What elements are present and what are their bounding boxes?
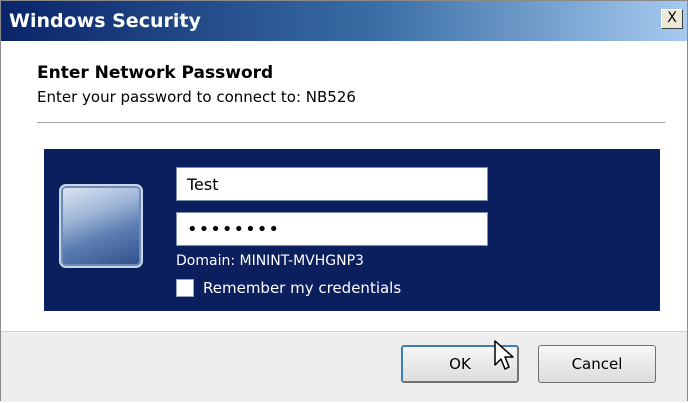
remember-checkbox[interactable] xyxy=(176,279,194,297)
user-tile-icon xyxy=(59,184,143,268)
windows-security-dialog: Windows Security X Enter Network Passwor… xyxy=(0,0,688,402)
remember-label: Remember my credentials xyxy=(203,279,402,297)
cancel-button[interactable]: Cancel xyxy=(538,345,656,383)
close-icon: X xyxy=(667,10,677,26)
dialog-subheading: Enter your password to connect to: NB526 xyxy=(37,88,356,106)
header-divider xyxy=(37,122,665,123)
password-field[interactable] xyxy=(176,212,488,246)
close-button[interactable]: X xyxy=(661,9,683,29)
username-field[interactable] xyxy=(176,167,488,201)
domain-label: Domain: MININT-MVHGNP3 xyxy=(176,253,364,269)
button-bar: OK Cancel xyxy=(1,331,687,402)
credential-panel: Domain: MININT-MVHGNP3 Remember my crede… xyxy=(44,149,660,311)
window-title: Windows Security xyxy=(9,10,201,32)
mouse-pointer-icon xyxy=(494,340,514,370)
title-bar[interactable]: Windows Security X xyxy=(1,1,687,41)
dialog-heading: Enter Network Password xyxy=(37,63,274,83)
